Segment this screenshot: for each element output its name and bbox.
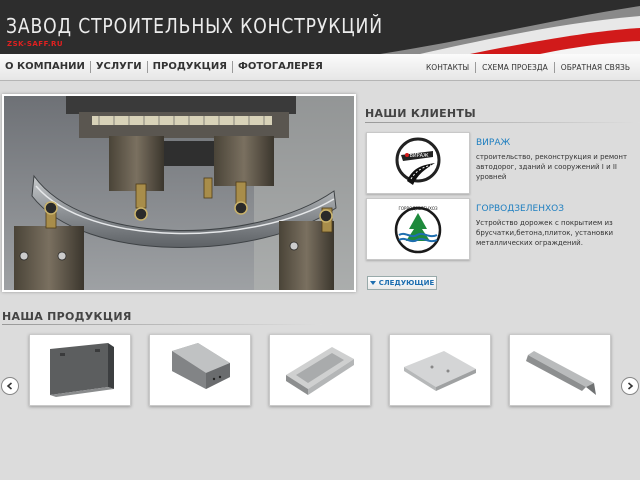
nav-item-directions[interactable]: СХЕМА ПРОЕЗДА [475,61,554,73]
svg-text:ГОРВОДЗЕЛЕНХОЗ: ГОРВОДЗЕЛЕНХОЗ [398,206,438,211]
chevron-down-icon [369,281,376,285]
main-nav-bar: О КОМПАНИИ УСЛУГИ ПРОДУКЦИЯ ФОТОГАЛЕРЕЯ … [0,54,640,81]
products-divider [2,324,322,325]
product-card-concrete-column[interactable] [149,334,251,406]
virazh-logo-icon: ВИРАЖ [395,137,441,185]
main-menu: О КОМПАНИИ УСЛУГИ ПРОДУКЦИЯ ФОТОГАЛЕРЕЯ [0,54,328,80]
chevron-right-icon [627,382,634,390]
carousel-next-button[interactable] [621,377,639,395]
client-name-gorvodzelenkhoz[interactable]: ГОРВОДЗЕЛЕНХОЗ [476,204,564,214]
beam-test-photo [4,96,354,290]
wall-panel-image [50,343,114,397]
client-desc-gorvodzelenkhoz: Устройство дорожек с покрытием из брусча… [476,219,614,247]
nav-item-about[interactable]: О КОМПАНИИ [0,61,91,73]
nav-item-services[interactable]: УСЛУГИ [91,61,148,73]
carousel-prev-button[interactable] [1,377,19,395]
concrete-column-image [172,343,230,389]
secondary-menu: КОНТАКТЫ СХЕМА ПРОЕЗДА ОБРАТНАЯ СВЯЗЬ [420,54,636,80]
product-card-concrete-tray[interactable] [269,334,371,406]
site-header: ЗАВОД СТРОИТЕЛЬНЫХ КОНСТРУКЦИЙ ZSK-SAFF.… [0,0,640,54]
client-card-virazh: ВИРАЖ ВИРАЖ строительство, реконструкция… [366,132,640,194]
product-card-concrete-pile[interactable] [509,334,611,406]
products-heading: НАША ПРОДУКЦИЯ [2,310,132,323]
client-card-gorvodzelenkhoz: ГОРВОДЗЕЛЕНХОЗ ГОРВОДЗЕЛЕНХОЗ Устройство… [366,198,640,260]
nav-item-products[interactable]: ПРОДУКЦИЯ [148,61,233,73]
site-domain[interactable]: ZSK-SAFF.RU [7,40,63,48]
hero-photo [2,94,356,292]
client-name-virazh[interactable]: ВИРАЖ [476,138,510,148]
road-slab-image [404,351,476,391]
clients-heading: НАШИ КЛИЕНТЫ [365,107,476,120]
concrete-tray-image [286,347,354,395]
nav-item-gallery[interactable]: ФОТОГАЛЕРЕЯ [233,61,328,73]
client-desc-virazh: строительство, реконструкция и ремонт ав… [476,153,628,181]
next-clients-label: СЛЕДУЮЩИЕ [378,279,435,287]
clients-divider [365,122,640,123]
next-clients-button[interactable]: СЛЕДУЮЩИЕ [367,276,437,290]
client-logo-gorvodzelenkhoz[interactable]: ГОРВОДЗЕЛЕНХОЗ [366,198,470,260]
product-card-road-slab[interactable] [389,334,491,406]
svg-text:ВИРАЖ: ВИРАЖ [410,153,430,159]
chevron-left-icon [6,382,13,390]
gorvodzelenkhoz-logo-icon: ГОРВОДЗЕЛЕНХОЗ [394,206,442,254]
site-title: ЗАВОД СТРОИТЕЛЬНЫХ КОНСТРУКЦИЙ [6,14,383,38]
concrete-pile-image [526,351,596,395]
nav-item-feedback[interactable]: ОБРАТНАЯ СВЯЗЬ [553,61,636,73]
client-logo-virazh[interactable]: ВИРАЖ [366,132,470,194]
nav-item-contacts[interactable]: КОНТАКТЫ [420,62,475,73]
product-card-wall-panel[interactable] [29,334,131,406]
